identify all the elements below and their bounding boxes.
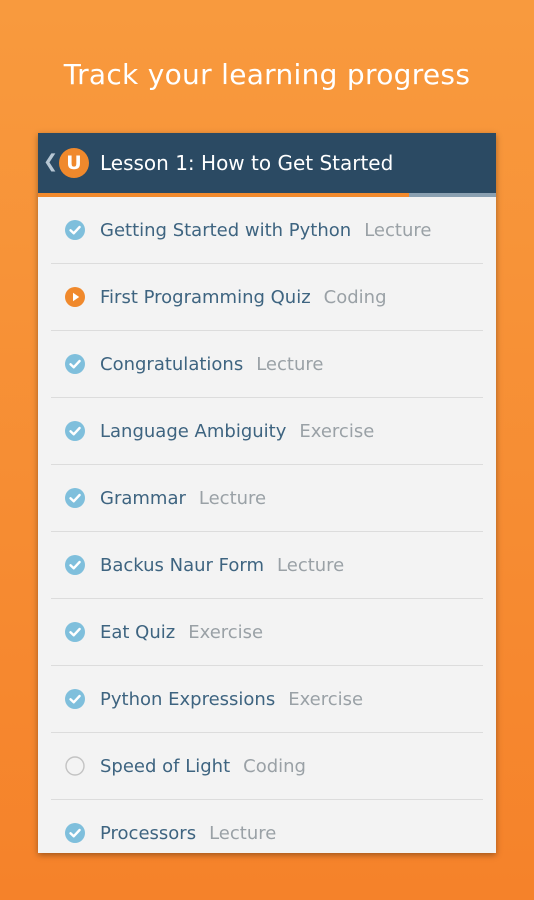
- list-item[interactable]: Python Expressions Exercise: [51, 666, 483, 733]
- check-circle-icon: [65, 488, 85, 508]
- item-type: Lecture: [277, 554, 345, 576]
- item-title: Processors: [100, 822, 197, 844]
- check-circle-icon: [65, 689, 85, 709]
- list-item[interactable]: Backus Naur Form Lecture: [51, 532, 483, 599]
- list-item[interactable]: Speed of Light Coding: [51, 733, 483, 800]
- lesson-header: ❮ U Lesson 1: How to Get Started: [38, 133, 496, 193]
- item-type: Coding: [243, 755, 306, 777]
- lesson-progress-fill: [38, 193, 409, 197]
- lesson-progress-bar: [38, 193, 496, 197]
- list-item[interactable]: Processors Lecture: [51, 800, 483, 853]
- lesson-title: Lesson 1: How to Get Started: [100, 151, 394, 175]
- chevron-left-icon[interactable]: ❮: [43, 151, 58, 172]
- item-title: Backus Naur Form: [100, 554, 265, 576]
- list-item[interactable]: Congratulations Lecture: [51, 331, 483, 398]
- item-title: Speed of Light: [100, 755, 231, 777]
- item-type: Lecture: [256, 353, 324, 375]
- item-type: Lecture: [209, 822, 277, 844]
- item-title: Congratulations: [100, 353, 244, 375]
- item-type: Lecture: [364, 219, 432, 241]
- list-item[interactable]: Eat Quiz Exercise: [51, 599, 483, 666]
- item-title: First Programming Quiz: [100, 286, 311, 308]
- check-circle-icon: [65, 220, 85, 240]
- item-title: Getting Started with Python: [100, 219, 352, 241]
- check-circle-icon: [65, 555, 85, 575]
- check-circle-icon: [65, 354, 85, 374]
- udacity-logo[interactable]: U: [59, 148, 89, 178]
- check-circle-icon: [65, 421, 85, 441]
- item-type: Exercise: [288, 688, 364, 710]
- item-title: Language Ambiguity: [100, 420, 287, 442]
- item-type: Coding: [323, 286, 387, 308]
- play-circle-icon: [65, 287, 85, 307]
- list-item[interactable]: Grammar Lecture: [51, 465, 483, 532]
- item-type: Exercise: [299, 420, 375, 442]
- check-circle-icon: [65, 622, 85, 642]
- check-circle-icon: [65, 823, 85, 843]
- item-title: Grammar: [100, 487, 186, 509]
- lesson-card: ❮ U Lesson 1: How to Get Started Getting…: [38, 133, 496, 853]
- item-type: Lecture: [198, 487, 267, 509]
- item-title: Eat Quiz: [100, 621, 176, 643]
- list-item[interactable]: First Programming Quiz Coding: [51, 264, 483, 331]
- list-item[interactable]: Getting Started with Python Lecture: [51, 197, 483, 264]
- lesson-item-list: Getting Started with Python Lecture Firs…: [38, 197, 496, 853]
- empty-circle-icon: [65, 756, 85, 776]
- promo-headline: Track your learning progress: [63, 58, 471, 91]
- item-title: Python Expressions: [100, 688, 276, 710]
- item-type: Exercise: [188, 621, 264, 643]
- list-item[interactable]: Language Ambiguity Exercise: [51, 398, 483, 465]
